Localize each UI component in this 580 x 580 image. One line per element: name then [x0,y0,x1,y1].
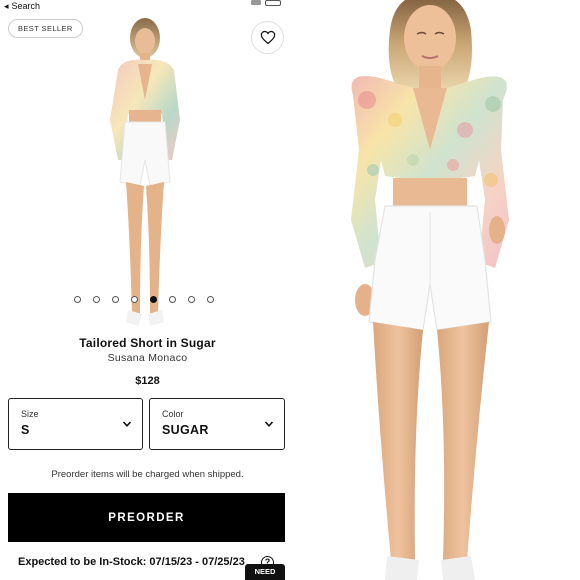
color-select[interactable]: Color SUGAR [149,398,285,450]
preorder-button[interactable]: PREORDER [8,493,285,542]
color-value: SUGAR [162,423,209,437]
preorder-note: Preorder items will be charged when ship… [51,469,244,480]
carousel-dot[interactable] [112,296,119,303]
carousel-dot[interactable] [131,296,138,303]
size-select[interactable]: Size S [8,398,143,450]
product-brand[interactable]: Susana Monaco [0,352,295,364]
need-help-chat-button[interactable]: NEED [245,564,285,580]
product-image[interactable] [88,10,203,332]
heart-icon [260,30,275,45]
status-indicators [251,0,281,8]
signal-icon [251,0,261,5]
back-arrow-icon: ◂ [4,0,9,11]
carousel-dot[interactable] [188,296,195,303]
product-price: $128 [135,375,160,387]
color-label: Color [162,409,184,419]
carousel-dot[interactable] [74,296,81,303]
product-detail-pane: ◂ Search BEST SELLER Tailored Short in S… [0,0,295,580]
chevron-down-icon [122,421,132,427]
back-to-search[interactable]: ◂ Search [4,0,40,12]
size-value: S [21,423,30,437]
product-name: Tailored Short in Sugar [79,336,216,350]
instock-date: Expected to be In-Stock: 07/15/23 - 07/2… [18,556,245,568]
product-hero-image-pane [295,0,580,580]
size-label: Size [21,409,39,419]
best-seller-badge: BEST SELLER [8,19,83,38]
carousel-dot[interactable] [207,296,214,303]
chevron-down-icon [264,421,274,427]
back-label: Search [11,1,41,11]
wishlist-button[interactable] [251,21,284,54]
carousel-dot-active[interactable] [150,296,157,303]
carousel-dots [74,296,214,303]
carousel-dot[interactable] [93,296,100,303]
product-hero-image [351,0,509,580]
carousel-dot[interactable] [169,296,176,303]
battery-icon [265,0,281,6]
